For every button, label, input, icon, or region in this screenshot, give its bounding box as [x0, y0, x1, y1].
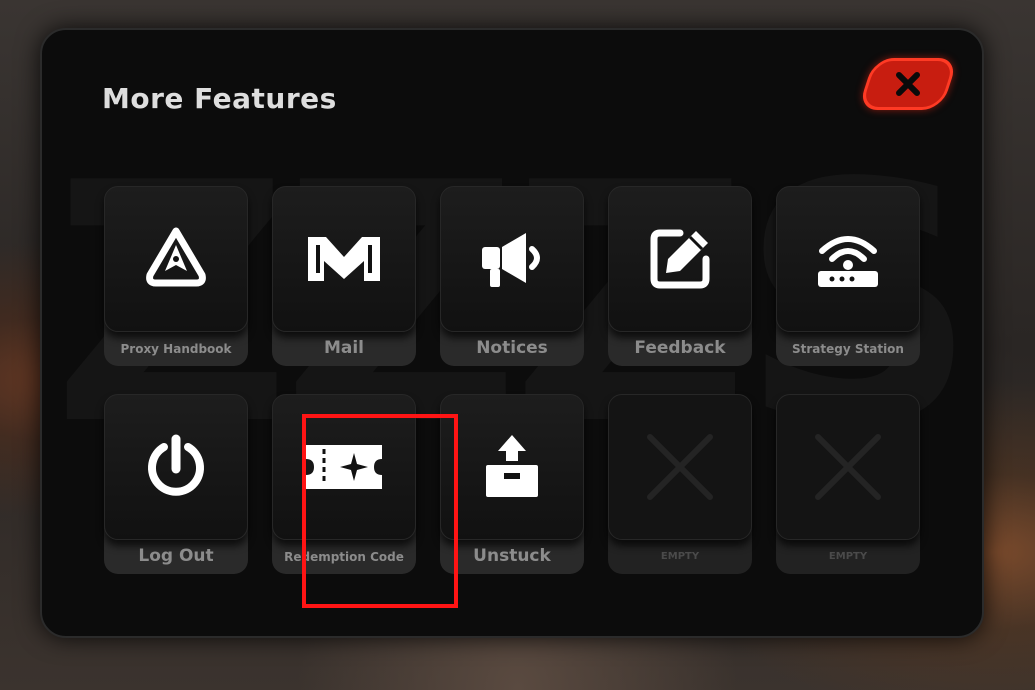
megaphone-icon [482, 233, 540, 287]
box-arrow-up-icon [486, 435, 538, 497]
tile-label: Proxy Handbook [120, 341, 232, 356]
tile-empty: EMPTY [608, 394, 752, 574]
power-icon [148, 434, 204, 496]
tile-log-out[interactable]: Log Out [104, 394, 248, 574]
tile-label: Notices [476, 338, 548, 359]
tile-label: EMPTY [828, 550, 868, 562]
tile-mail[interactable]: Mail [272, 186, 416, 366]
tile-label: Mail [323, 338, 365, 359]
dialog-title: More Features [102, 82, 337, 115]
mail-m-icon [308, 237, 380, 281]
tile-feedback[interactable]: Feedback [608, 186, 752, 366]
tile-label: Strategy Station [792, 341, 904, 356]
router-signal-icon [818, 236, 878, 287]
tile-unstuck[interactable]: Unstuck [440, 394, 584, 574]
tile-label: Log Out [138, 546, 214, 567]
feature-grid: Proxy Handbook Mail Notices Feedback Str… [104, 186, 924, 626]
tile-proxy-handbook[interactable]: Proxy Handbook [104, 186, 248, 366]
close-button[interactable] [857, 58, 959, 110]
tile-label: EMPTY [660, 550, 700, 562]
tile-empty: EMPTY [776, 394, 920, 574]
more-features-dialog: ZZZS More Features Proxy Handbook [40, 28, 984, 638]
tile-label: Feedback [634, 338, 726, 359]
tile-label: Unstuck [473, 546, 551, 567]
tile-notices[interactable]: Notices [440, 186, 584, 366]
edit-pencil-icon [650, 229, 710, 289]
x-mark-icon [647, 434, 713, 500]
x-mark-icon [815, 434, 881, 500]
close-x-icon [896, 72, 920, 96]
compass-icon [146, 227, 206, 287]
highlight-box [302, 414, 458, 608]
tile-strategy-station[interactable]: Strategy Station [776, 186, 920, 366]
